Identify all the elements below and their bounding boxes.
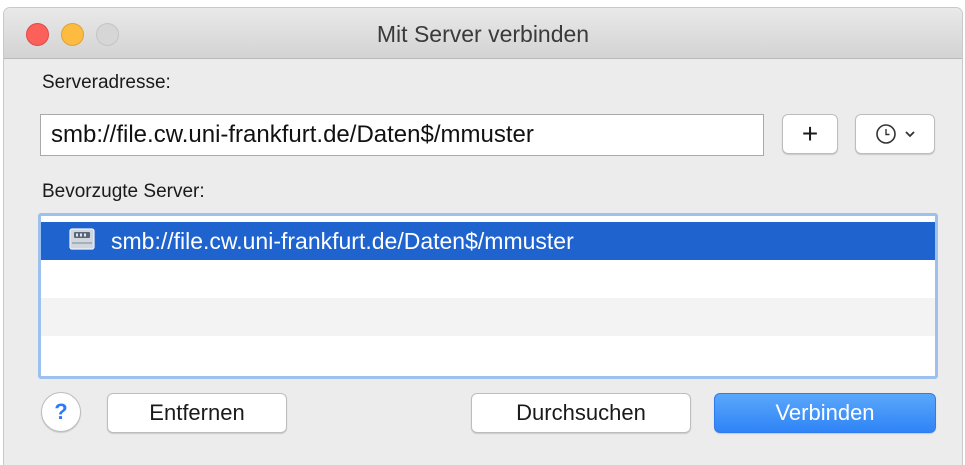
list-empty-row — [41, 298, 935, 336]
server-icon — [69, 228, 95, 250]
list-empty-row — [41, 260, 935, 298]
favorite-servers-label: Bevorzugte Server: — [42, 181, 205, 202]
cropped-caption — [0, 0, 965, 8]
server-address-label: Serveradresse: — [42, 72, 171, 93]
remove-button[interactable]: Entfernen — [107, 393, 287, 433]
add-favorite-button[interactable]: + — [782, 114, 838, 154]
list-item-label: smb://file.cw.uni-frankfurt.de/Daten$/mm… — [111, 228, 574, 254]
browse-button[interactable]: Durchsuchen — [471, 393, 691, 433]
connect-to-server-window: Mit Server verbinden Serveradresse: smb:… — [4, 8, 962, 465]
clock-icon — [876, 124, 896, 144]
connect-button[interactable]: Verbinden — [714, 393, 936, 433]
title-bar: Mit Server verbinden — [4, 8, 962, 59]
recent-servers-button[interactable] — [855, 114, 935, 154]
window-title: Mit Server verbinden — [376, 21, 590, 47]
plus-icon: + — [801, 118, 819, 149]
favorite-servers-list[interactable]: smb://file.cw.uni-frankfurt.de/Daten$/mm… — [38, 213, 938, 379]
server-address-input[interactable]: smb://file.cw.uni-frankfurt.de/Daten$/mm… — [40, 114, 764, 156]
list-empty-row — [41, 336, 935, 374]
help-button[interactable]: ? — [41, 392, 81, 432]
chevron-down-icon — [905, 131, 915, 138]
list-item[interactable]: smb://file.cw.uni-frankfurt.de/Daten$/mm… — [41, 222, 935, 260]
